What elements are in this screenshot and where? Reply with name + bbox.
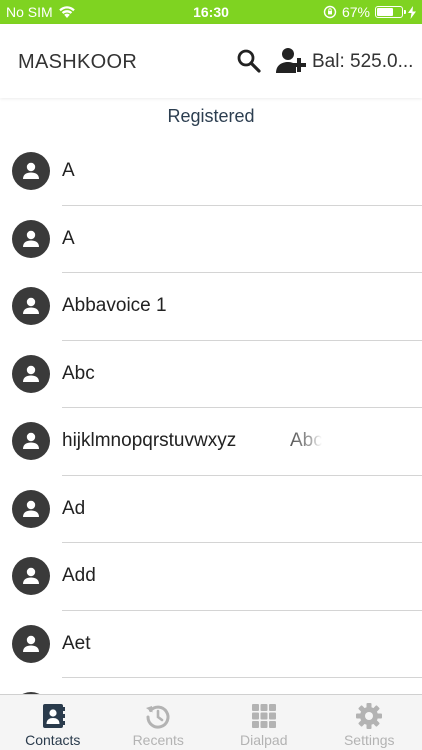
avatar <box>12 624 50 663</box>
contact-name: A <box>62 227 75 249</box>
avatar <box>12 219 50 258</box>
battery-fill <box>377 8 394 16</box>
battery-icon <box>375 6 406 18</box>
contact-name: Aet <box>62 632 91 654</box>
contact-name: Abc <box>62 362 95 384</box>
battery-percent: 67% <box>341 4 370 20</box>
person-icon <box>23 432 39 449</box>
avatar <box>12 354 50 393</box>
contact-row[interactable]: A <box>0 206 422 273</box>
avatar <box>12 489 50 528</box>
avatar <box>12 557 50 595</box>
avatar <box>12 152 50 190</box>
contact-name: hijklmnopqrstuvwxyz <box>62 430 237 451</box>
contact-name: Add <box>62 565 96 586</box>
tab-recents[interactable]: Recents <box>106 695 212 750</box>
add-contact-button[interactable] <box>276 45 310 77</box>
app-title: MASHKOOR <box>18 51 138 73</box>
person-icon <box>23 567 39 584</box>
settings-icon <box>356 703 383 729</box>
contact-name: A <box>62 160 75 181</box>
tab-settings[interactable]: Settings <box>317 695 422 750</box>
avatar <box>12 422 50 460</box>
contact-row[interactable]: Add <box>0 543 422 611</box>
contact-row[interactable] <box>0 678 422 694</box>
contact-secondary-text: Abc <box>290 430 322 451</box>
avatar <box>12 287 50 325</box>
add-person-icon <box>276 48 306 73</box>
tab-label: Settings <box>343 732 395 748</box>
status-right: 67% <box>323 4 416 20</box>
person-icon <box>23 635 39 652</box>
contact-name: Ad <box>62 497 86 519</box>
contact-row[interactable]: Aet <box>0 611 422 678</box>
tab-label: Dialpad <box>240 732 288 748</box>
recents-icon <box>146 705 170 729</box>
search-icon <box>237 49 261 73</box>
contact-list[interactable]: A A Abbavoice 1 Abc hijklmnopqrstuvwxyz … <box>0 138 422 694</box>
status-bar: No SIM 16:30 67% <box>0 0 422 24</box>
tab-dialpad[interactable]: Dialpad <box>211 695 317 750</box>
contact-row[interactable]: Ad <box>0 476 422 543</box>
section-registered-label: Registered <box>167 106 255 126</box>
contact-row[interactable]: A <box>0 138 422 206</box>
contact-name: Abbavoice 1 <box>62 295 167 316</box>
dialpad-icon <box>251 704 276 728</box>
orientation-lock-icon <box>323 5 337 19</box>
app-header: MASHKOOR Bal: 525.0... <box>0 24 422 98</box>
contact-row[interactable]: hijklmnopqrstuvwxyz Abc <box>0 408 422 476</box>
contact-row[interactable]: Abbavoice 1 <box>0 273 422 341</box>
person-icon <box>23 500 39 517</box>
person-icon <box>23 297 39 314</box>
search-button[interactable] <box>234 46 264 76</box>
tab-bar: Contacts Recents Dialpad Settings <box>0 694 422 750</box>
tab-label: Contacts <box>25 732 81 748</box>
tab-contacts[interactable]: Contacts <box>0 695 106 750</box>
person-icon <box>23 365 39 382</box>
balance-label[interactable]: Bal: 525.0... <box>312 51 413 73</box>
contact-row[interactable]: Abc <box>0 341 422 408</box>
person-icon <box>23 162 39 179</box>
tab-label: Recents <box>132 732 184 748</box>
person-icon <box>23 230 39 247</box>
charging-bolt-icon <box>408 5 416 19</box>
contacts-icon <box>42 704 65 728</box>
